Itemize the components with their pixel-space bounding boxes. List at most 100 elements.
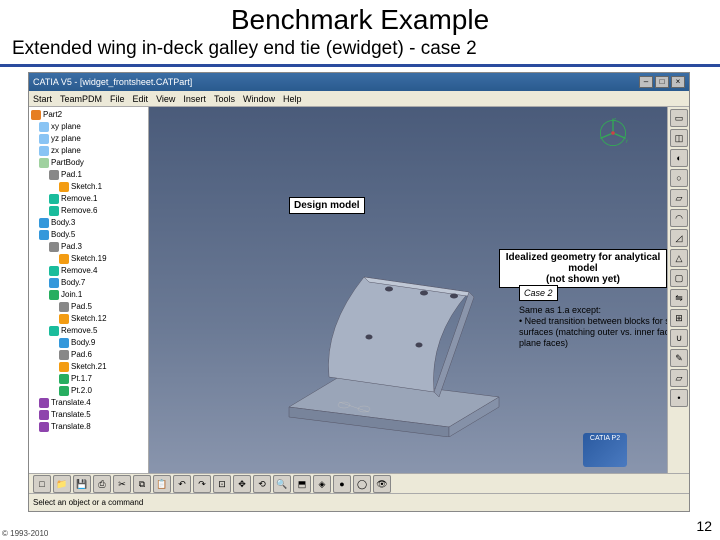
- menu-start[interactable]: Start: [33, 94, 52, 104]
- pan-icon[interactable]: ✥: [233, 475, 251, 493]
- tree-sketch1[interactable]: Sketch.1: [31, 181, 146, 193]
- menu-insert[interactable]: Insert: [183, 94, 206, 104]
- sketch-tool-icon[interactable]: ✎: [670, 349, 688, 367]
- tree-remove5[interactable]: Remove.5: [31, 325, 146, 337]
- sketch-icon: [59, 362, 69, 372]
- body-icon: [39, 218, 49, 228]
- maximize-button[interactable]: □: [655, 76, 669, 88]
- point-tool-icon[interactable]: •: [670, 389, 688, 407]
- pad-tool-icon[interactable]: ▭: [670, 109, 688, 127]
- copy-icon[interactable]: ⧉: [133, 475, 151, 493]
- menu-teampdm[interactable]: TeamPDM: [60, 94, 102, 104]
- undo-icon[interactable]: ↶: [173, 475, 191, 493]
- feature-tree-panel: Part2 xy plane yz plane zx plane PartBod…: [29, 107, 149, 473]
- fillet-tool-icon[interactable]: ◠: [670, 209, 688, 227]
- close-button[interactable]: ×: [671, 76, 685, 88]
- iso-view-icon[interactable]: ◈: [313, 475, 331, 493]
- translate-icon: [39, 398, 49, 408]
- menu-view[interactable]: View: [156, 94, 175, 104]
- label-idealized: Idealized geometry for analytical model …: [499, 249, 667, 288]
- rib-tool-icon[interactable]: ▱: [670, 189, 688, 207]
- tree-translate5[interactable]: Translate.5: [31, 409, 146, 421]
- slide-subtitle: Extended wing in-deck galley end tie (ew…: [0, 36, 720, 67]
- shaft-tool-icon[interactable]: ◐: [670, 149, 688, 167]
- tree-translate4[interactable]: Translate.4: [31, 397, 146, 409]
- sketch-icon: [59, 182, 69, 192]
- remove-icon: [49, 326, 59, 336]
- sketch-icon: [59, 254, 69, 264]
- tree-pad3[interactable]: Pad.3: [31, 241, 146, 253]
- body-icon: [59, 338, 69, 348]
- tree-partbody[interactable]: PartBody: [31, 157, 146, 169]
- plane-icon: [39, 122, 49, 132]
- tree-body5[interactable]: Body.5: [31, 229, 146, 241]
- titlebar: CATIA V5 - [widget_frontsheet.CATPart] –…: [29, 73, 689, 91]
- pattern-tool-icon[interactable]: ⊞: [670, 309, 688, 327]
- tree-body7[interactable]: Body.7: [31, 277, 146, 289]
- tree-yz-plane[interactable]: yz plane: [31, 133, 146, 145]
- tree-translate8[interactable]: Translate.8: [31, 421, 146, 433]
- open-icon[interactable]: 📁: [53, 475, 71, 493]
- print-icon[interactable]: ⎙: [93, 475, 111, 493]
- tree-pad1[interactable]: Pad.1: [31, 169, 146, 181]
- tree-remove1[interactable]: Remove.1: [31, 193, 146, 205]
- shell-tool-icon[interactable]: ▢: [670, 269, 688, 287]
- plane-tool-icon[interactable]: ▱: [670, 369, 688, 387]
- tree-remove4[interactable]: Remove.4: [31, 265, 146, 277]
- mirror-tool-icon[interactable]: ⇋: [670, 289, 688, 307]
- pad-icon: [59, 350, 69, 360]
- menu-help[interactable]: Help: [283, 94, 302, 104]
- chamfer-tool-icon[interactable]: ◿: [670, 229, 688, 247]
- 3d-viewport[interactable]: z y: [149, 107, 667, 473]
- tree-sketch19[interactable]: Sketch.19: [31, 253, 146, 265]
- tree-join1[interactable]: Join.1: [31, 289, 146, 301]
- compass-icon[interactable]: z y: [595, 115, 631, 151]
- remove-icon: [49, 206, 59, 216]
- tree-xy-plane[interactable]: xy plane: [31, 121, 146, 133]
- zoom-icon[interactable]: 🔍: [273, 475, 291, 493]
- menu-window[interactable]: Window: [243, 94, 275, 104]
- hole-tool-icon[interactable]: ○: [670, 169, 688, 187]
- tree-pad6[interactable]: Pad.6: [31, 349, 146, 361]
- body-icon: [49, 278, 59, 288]
- label-case: Case 2: [519, 285, 558, 301]
- tree-zx-plane[interactable]: zx plane: [31, 145, 146, 157]
- shading-icon[interactable]: ●: [333, 475, 351, 493]
- slide-title: Benchmark Example: [0, 0, 720, 36]
- paste-icon[interactable]: 📋: [153, 475, 171, 493]
- save-icon[interactable]: 💾: [73, 475, 91, 493]
- window-title: CATIA V5 - [widget_frontsheet.CATPart]: [33, 77, 192, 87]
- tree-sketch21[interactable]: Sketch.21: [31, 361, 146, 373]
- boolean-tool-icon[interactable]: ∪: [670, 329, 688, 347]
- normal-view-icon[interactable]: ⬒: [293, 475, 311, 493]
- tree-body9[interactable]: Body.9: [31, 337, 146, 349]
- redo-icon[interactable]: ↷: [193, 475, 211, 493]
- hide-icon[interactable]: 👁: [373, 475, 391, 493]
- sketch-icon: [59, 314, 69, 324]
- tree-pt20[interactable]: Pt.2.0: [31, 385, 146, 397]
- menu-edit[interactable]: Edit: [133, 94, 149, 104]
- pocket-tool-icon[interactable]: ◫: [670, 129, 688, 147]
- right-toolbar: ▭ ◫ ◐ ○ ▱ ◠ ◿ △ ▢ ⇋ ⊞ ∪ ✎ ▱ •: [667, 107, 689, 473]
- menu-tools[interactable]: Tools: [214, 94, 235, 104]
- tree-remove6[interactable]: Remove.6: [31, 205, 146, 217]
- body-icon: [39, 230, 49, 240]
- draft-tool-icon[interactable]: △: [670, 249, 688, 267]
- tree-root[interactable]: Part2: [31, 109, 146, 121]
- fit-icon[interactable]: ⊡: [213, 475, 231, 493]
- tree-pt17[interactable]: Pt.1.7: [31, 373, 146, 385]
- new-icon[interactable]: □: [33, 475, 51, 493]
- 3d-model[interactable]: [269, 237, 529, 437]
- tree-body3[interactable]: Body.3: [31, 217, 146, 229]
- catia-window: CATIA V5 - [widget_frontsheet.CATPart] –…: [28, 72, 690, 512]
- menu-file[interactable]: File: [110, 94, 125, 104]
- tree-pad5[interactable]: Pad.5: [31, 301, 146, 313]
- point-icon: [59, 386, 69, 396]
- tree-sketch12[interactable]: Sketch.12: [31, 313, 146, 325]
- feature-tree[interactable]: Part2 xy plane yz plane zx plane PartBod…: [29, 107, 148, 435]
- minimize-button[interactable]: –: [639, 76, 653, 88]
- remove-icon: [49, 266, 59, 276]
- rotate-icon[interactable]: ⟲: [253, 475, 271, 493]
- cut-icon[interactable]: ✂: [113, 475, 131, 493]
- wireframe-icon[interactable]: ◯: [353, 475, 371, 493]
